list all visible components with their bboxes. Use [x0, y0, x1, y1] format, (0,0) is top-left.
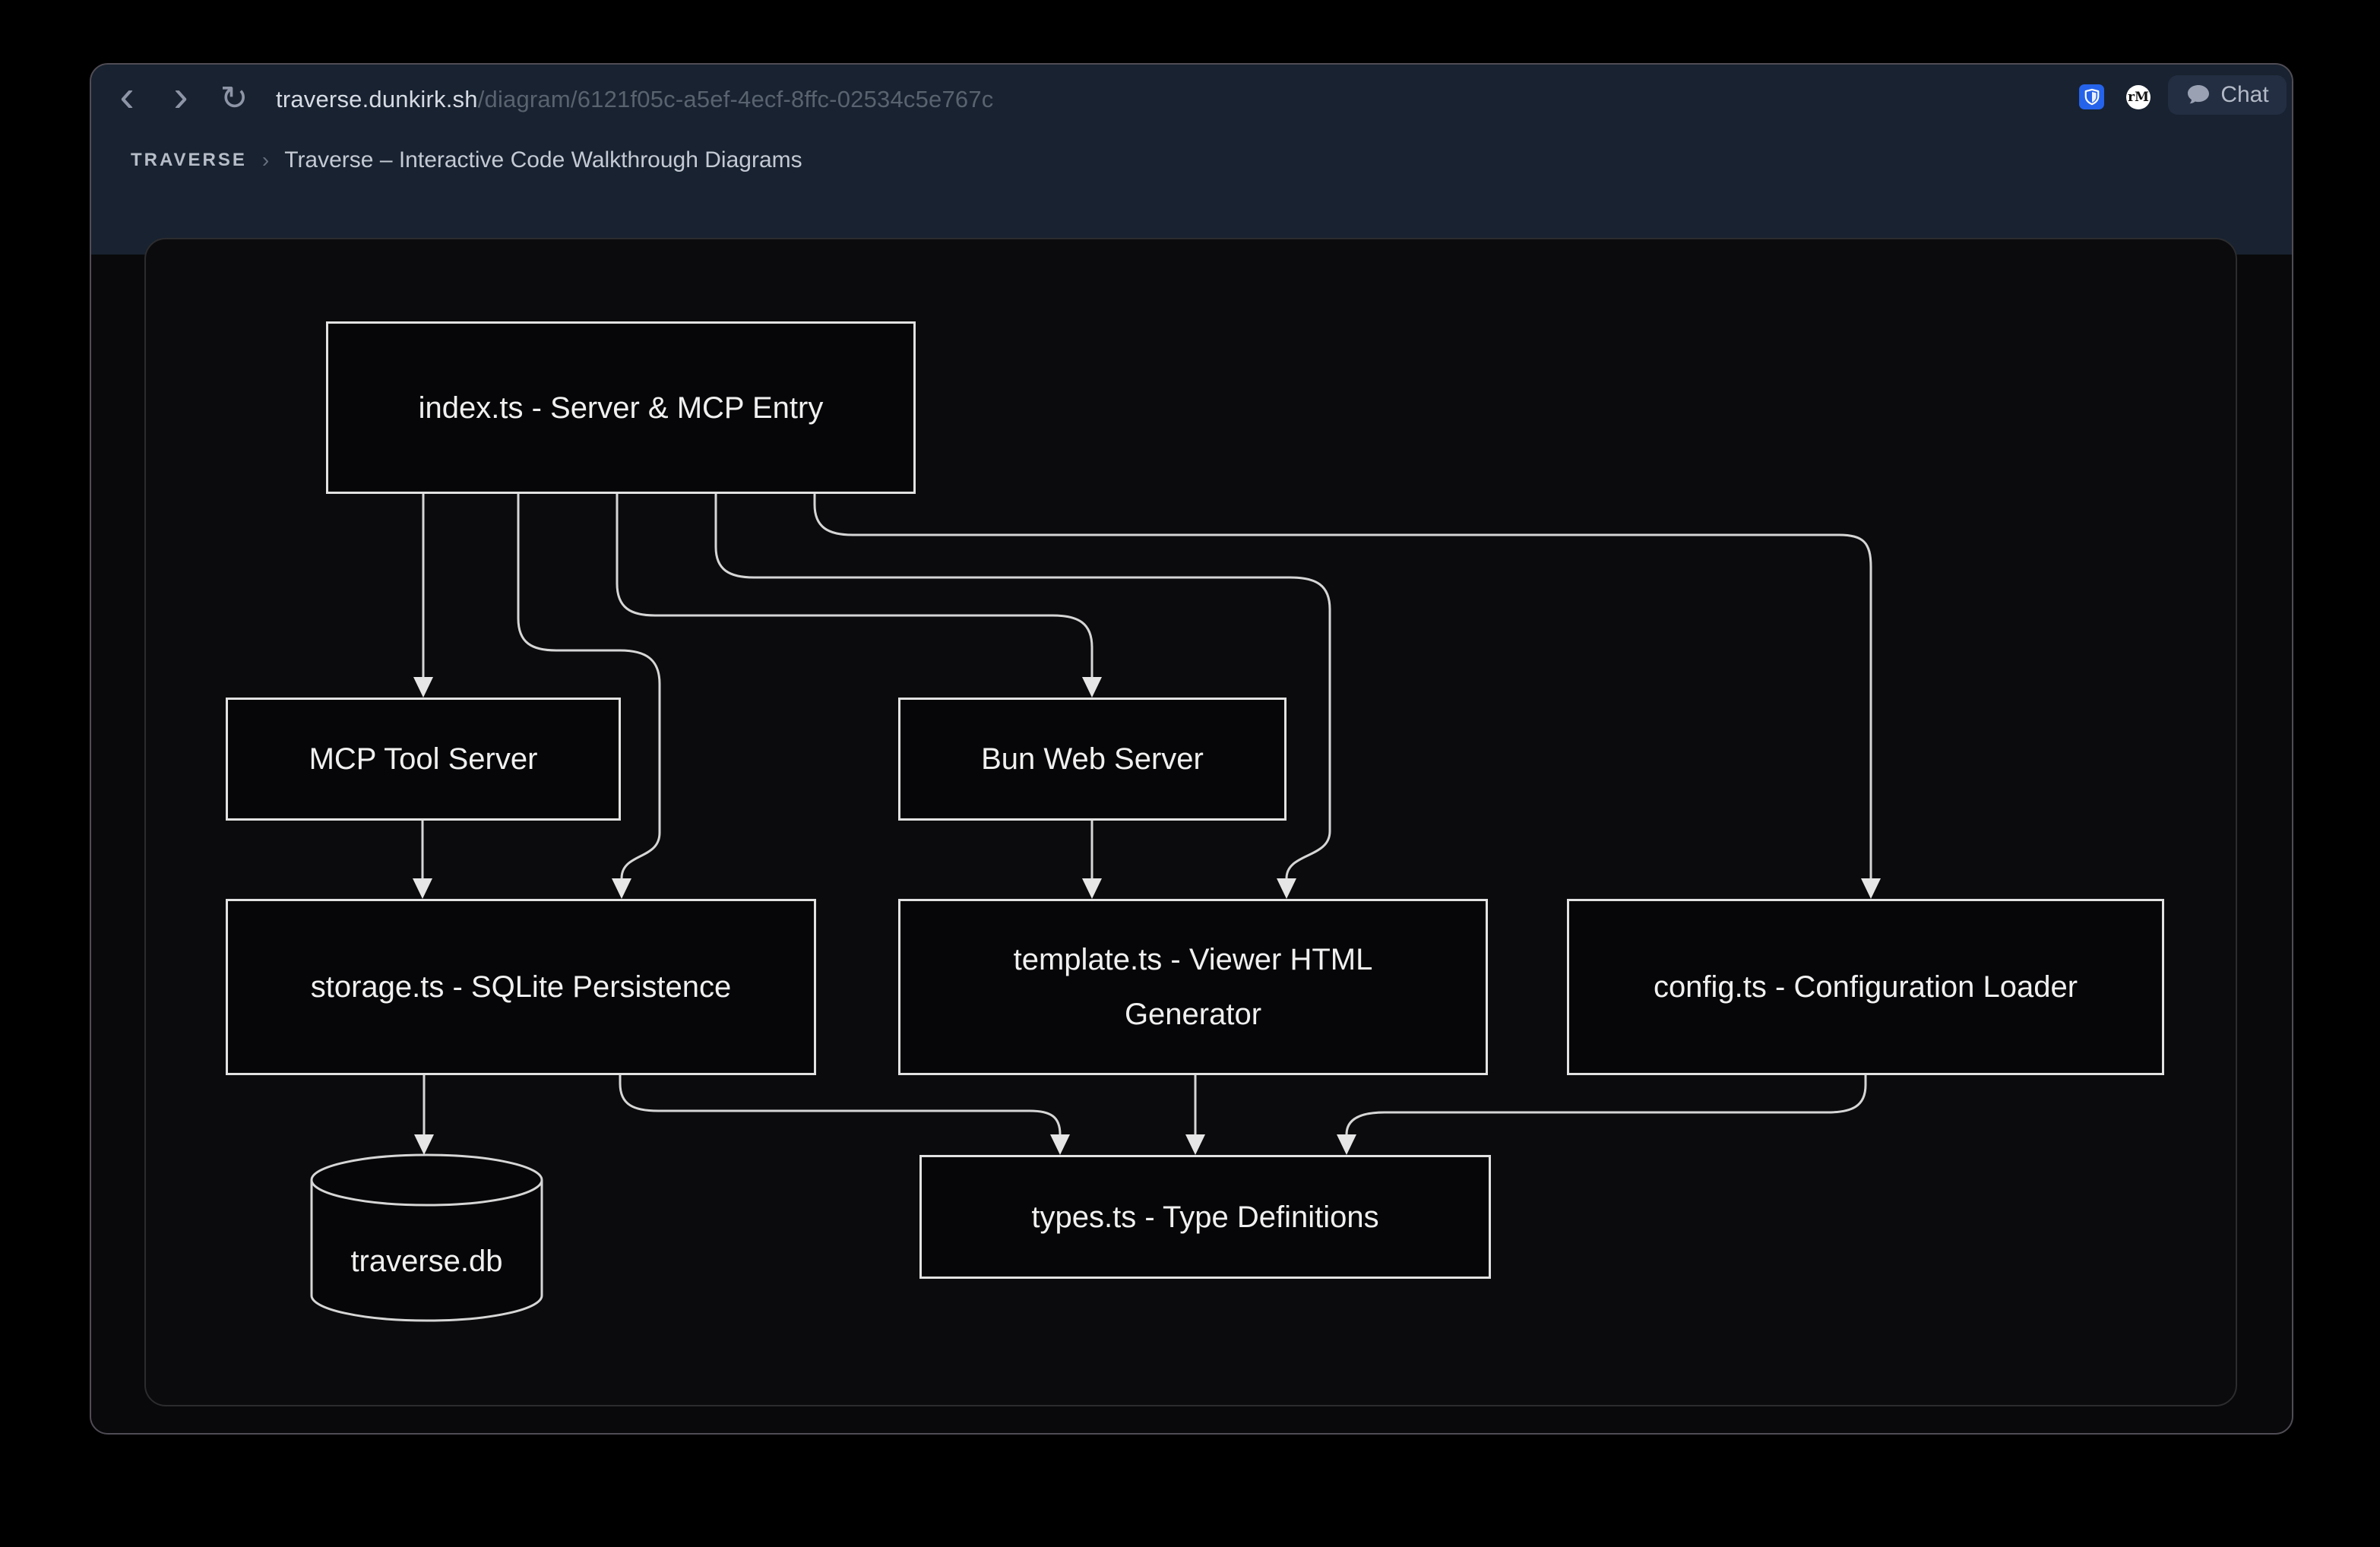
forward-button[interactable]: ›	[168, 74, 194, 119]
extension-badge-rm[interactable]: rM	[2126, 85, 2151, 109]
node-template-ts[interactable]: template.ts - Viewer HTML Generator	[898, 899, 1488, 1075]
chat-button[interactable]: Chat	[2168, 75, 2287, 115]
url-bar[interactable]: traverse.dunkirk.sh/diagram/6121f05c-a5e…	[276, 84, 994, 115]
node-mcp-tool-server[interactable]: MCP Tool Server	[226, 698, 621, 821]
breadcrumb-site-link[interactable]: TRAVERSE	[131, 150, 247, 171]
screenshot-background: { "browser": { "nav": { "back_glyph": "‹…	[0, 0, 2380, 1547]
browser-chrome: ‹ › ↻ traverse.dunkirk.sh/diagram/6121f0…	[91, 65, 2292, 255]
back-button[interactable]: ‹	[114, 74, 140, 119]
node-traverse-db[interactable]: traverse.db	[312, 1206, 542, 1317]
node-storage-ts[interactable]: storage.ts - SQLite Persistence	[226, 899, 816, 1075]
node-bun-web-server[interactable]: Bun Web Server	[898, 698, 1287, 821]
breadcrumb: TRAVERSE › Traverse – Interactive Code W…	[131, 138, 802, 183]
reload-button[interactable]: ↻	[217, 82, 251, 115]
node-index-ts[interactable]: index.ts - Server & MCP Entry	[326, 321, 916, 494]
node-config-ts[interactable]: config.ts - Configuration Loader	[1567, 899, 2164, 1075]
shield-icon	[2084, 88, 2100, 106]
breadcrumb-separator-icon: ›	[262, 148, 269, 172]
url-domain: traverse.dunkirk.sh	[276, 86, 478, 112]
page-title: Traverse – Interactive Code Walkthrough …	[284, 147, 802, 173]
chat-bubble-icon	[2185, 83, 2211, 107]
chat-button-label: Chat	[2220, 82, 2268, 108]
node-types-ts[interactable]: types.ts - Type Definitions	[919, 1155, 1491, 1279]
url-path: /diagram/6121f05c-a5ef-4ecf-8ffc-02534c5…	[478, 86, 994, 112]
bitwarden-extension-button[interactable]	[2079, 84, 2104, 109]
